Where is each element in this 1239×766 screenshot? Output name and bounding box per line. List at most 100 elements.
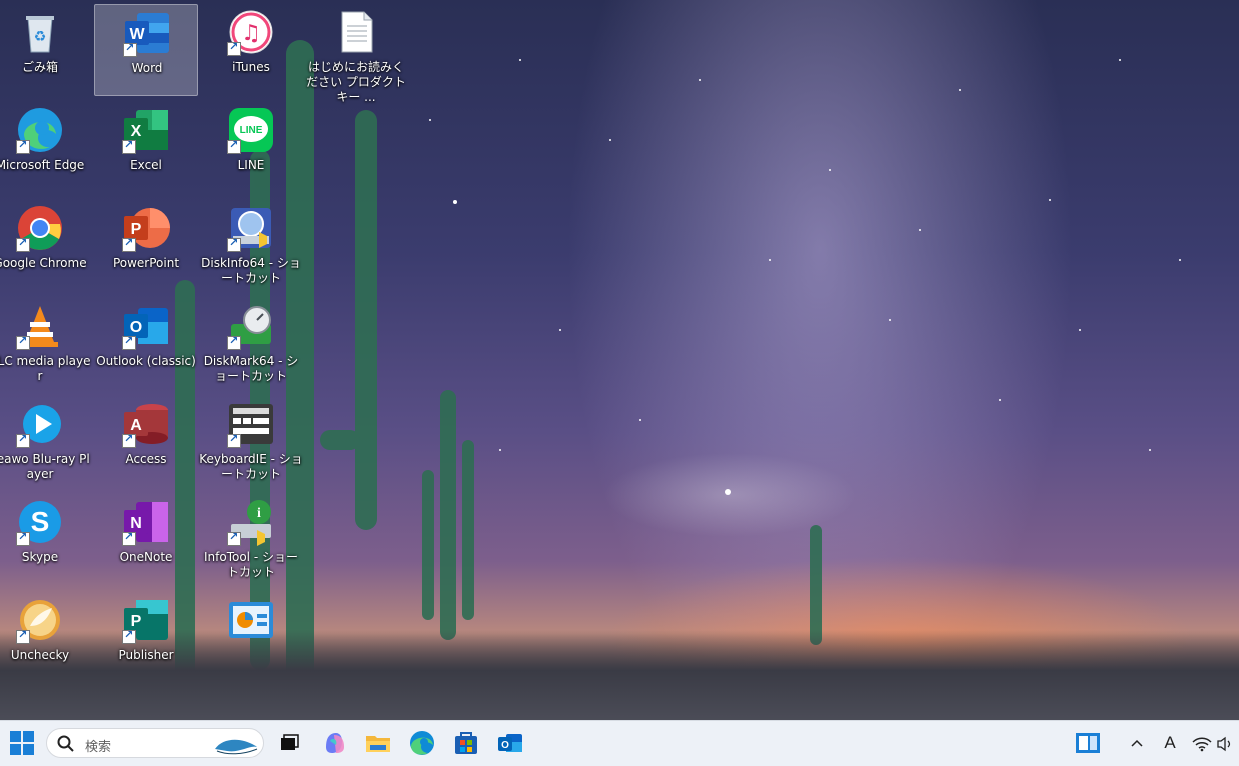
shortcut-arrow-icon xyxy=(122,530,136,546)
shortcut-arrow-icon xyxy=(122,138,136,154)
text-document-icon xyxy=(341,11,373,53)
desktop-icon-label: Word xyxy=(131,61,163,75)
shortcut-arrow-icon xyxy=(16,432,30,448)
desktop-icon-readme[interactable]: はじめにお読みください プロダクトキー ... xyxy=(304,4,408,104)
desktop-icon-word[interactable]: W Word xyxy=(94,4,198,96)
desktop-icon-chrome[interactable]: Google Chrome xyxy=(0,200,92,292)
desktop-icon-excel[interactable]: X Excel xyxy=(94,102,198,194)
taskbar-search-box[interactable]: 検索 xyxy=(46,728,264,758)
shortcut-arrow-icon xyxy=(16,530,30,546)
chevron-up-icon xyxy=(1131,739,1143,747)
desktop-icon-access[interactable]: A Access xyxy=(94,396,198,488)
ime-mode-indicator[interactable]: A xyxy=(1160,731,1180,755)
show-hidden-icons-button[interactable] xyxy=(1128,731,1146,755)
taskbar-edge[interactable] xyxy=(406,727,438,759)
desktop-icon-label: PowerPoint xyxy=(112,256,180,270)
shortcut-arrow-icon xyxy=(16,628,30,644)
svg-text:LINE: LINE xyxy=(240,125,263,136)
desktop-icon-skype[interactable]: S Skype xyxy=(0,494,92,586)
desktop-icon-unchecky[interactable]: Unchecky xyxy=(0,592,92,684)
desktop-icon-label: iTunes xyxy=(232,60,270,74)
taskbar-microsoft-store[interactable] xyxy=(450,727,482,759)
desktop[interactable]: ♻ ごみ箱 Microsoft Edge Google Chrome VLC xyxy=(0,0,1239,720)
shortcut-arrow-icon xyxy=(16,334,30,350)
volume-icon xyxy=(1217,736,1231,752)
search-placeholder: 検索 xyxy=(85,740,112,755)
desktop-icon-onenote[interactable]: N OneNote xyxy=(94,494,198,586)
svg-text:O: O xyxy=(501,740,509,751)
desktop-icon-vlc[interactable]: VLC media player xyxy=(0,298,92,390)
desktop-icon-infotool[interactable]: i InfoTool - ショートカット xyxy=(199,494,303,586)
shortcut-arrow-icon xyxy=(16,236,30,252)
desktop-icon-label: OneNote xyxy=(119,550,173,564)
taskbar-outlook[interactable]: O xyxy=(494,727,526,759)
shortcut-arrow-icon xyxy=(122,334,136,350)
svg-text:♫: ♫ xyxy=(241,21,261,46)
control-panel-icon xyxy=(229,602,273,638)
desktop-icon-leawo[interactable]: Leawo Blu-ray Player xyxy=(0,396,92,488)
shortcut-arrow-icon xyxy=(227,334,241,350)
desktop-icon-label: Access xyxy=(125,452,167,466)
svg-text:i: i xyxy=(257,506,261,521)
desktop-icon-control-panel[interactable] xyxy=(199,592,303,684)
shortcut-arrow-icon xyxy=(122,432,136,448)
taskbar-file-explorer[interactable] xyxy=(362,727,394,759)
shortcut-arrow-icon xyxy=(227,432,241,448)
desktop-icon-label: DiskMark64 - ショートカット xyxy=(203,354,299,383)
outlook-icon: O xyxy=(498,734,522,752)
system-tray-status[interactable] xyxy=(1190,731,1238,755)
desktop-icon-label: Excel xyxy=(130,158,162,172)
desktop-icon-label: LINE xyxy=(237,158,265,172)
desktop-icon-itunes[interactable]: ♫ iTunes xyxy=(199,4,303,96)
desktop-icon-label: Google Chrome xyxy=(0,256,87,270)
desktop-icon-label: ごみ箱 xyxy=(21,60,58,74)
desktop-icon-label: Leawo Blu-ray Player xyxy=(0,452,90,481)
desktop-icon-outlook[interactable]: O Outlook (classic) xyxy=(94,298,198,390)
desktop-icon-label: Outlook (classic) xyxy=(96,354,196,368)
taskbar-widgets[interactable] xyxy=(1072,727,1104,759)
windows-logo-icon xyxy=(10,731,34,755)
task-view-button[interactable] xyxy=(272,727,304,759)
desktop-icon-label: DiskInfo64 - ショートカット xyxy=(201,256,301,285)
desktop-icon-label: Publisher xyxy=(118,648,174,662)
desktop-icon-label: Unchecky xyxy=(10,648,70,662)
desktop-icon-diskmark[interactable]: DiskMark64 - ショートカット xyxy=(199,298,303,390)
folder-icon xyxy=(366,736,390,752)
desktop-icon-powerpoint[interactable]: P PowerPoint xyxy=(94,200,198,292)
desktop-icon-label: KeyboardIE - ショートカット xyxy=(199,452,303,481)
desktop-icon-label: はじめにお読みください プロダクトキー ... xyxy=(306,60,406,104)
shortcut-arrow-icon xyxy=(16,138,30,154)
store-icon xyxy=(455,732,477,754)
network-volume-icons xyxy=(1192,736,1231,752)
svg-text:S: S xyxy=(31,506,50,537)
desktop-icon-diskinfo[interactable]: DiskInfo64 - ショートカット xyxy=(199,200,303,292)
desktop-icon-line[interactable]: LINE LINE xyxy=(199,102,303,194)
desktop-icon-label: VLC media player xyxy=(0,354,91,383)
shortcut-arrow-icon xyxy=(227,530,241,546)
desktop-icon-label: Microsoft Edge xyxy=(0,158,85,172)
desktop-icon-label: InfoTool - ショートカット xyxy=(204,550,298,579)
taskbar-copilot[interactable] xyxy=(318,727,350,759)
wifi-icon xyxy=(1192,737,1212,749)
search-highlight-dolphin-icon xyxy=(215,739,258,755)
recycle-bin-icon: ♻ xyxy=(26,16,54,53)
widgets-icon xyxy=(1076,733,1100,753)
desktop-icon-keyboardie[interactable]: KeyboardIE - ショートカット xyxy=(199,396,303,488)
shortcut-arrow-icon xyxy=(227,138,241,154)
edge-icon xyxy=(410,731,434,755)
desktop-icon-publisher[interactable]: P Publisher xyxy=(94,592,198,684)
shortcut-arrow-icon xyxy=(227,40,241,56)
copilot-icon xyxy=(326,733,344,753)
task-view-icon xyxy=(281,734,299,750)
taskbar: 検索 O A xyxy=(0,720,1239,766)
desktop-icon-edge[interactable]: Microsoft Edge xyxy=(0,102,92,194)
shortcut-arrow-icon xyxy=(122,628,136,644)
svg-text:♻: ♻ xyxy=(34,29,47,45)
shortcut-arrow-icon xyxy=(122,236,136,252)
shortcut-arrow-icon xyxy=(123,41,137,57)
start-button[interactable] xyxy=(6,727,38,759)
desktop-icon-label: Skype xyxy=(21,550,59,564)
search-icon xyxy=(57,735,74,752)
shortcut-arrow-icon xyxy=(227,236,241,252)
desktop-icon-recycle-bin[interactable]: ♻ ごみ箱 xyxy=(0,4,92,96)
